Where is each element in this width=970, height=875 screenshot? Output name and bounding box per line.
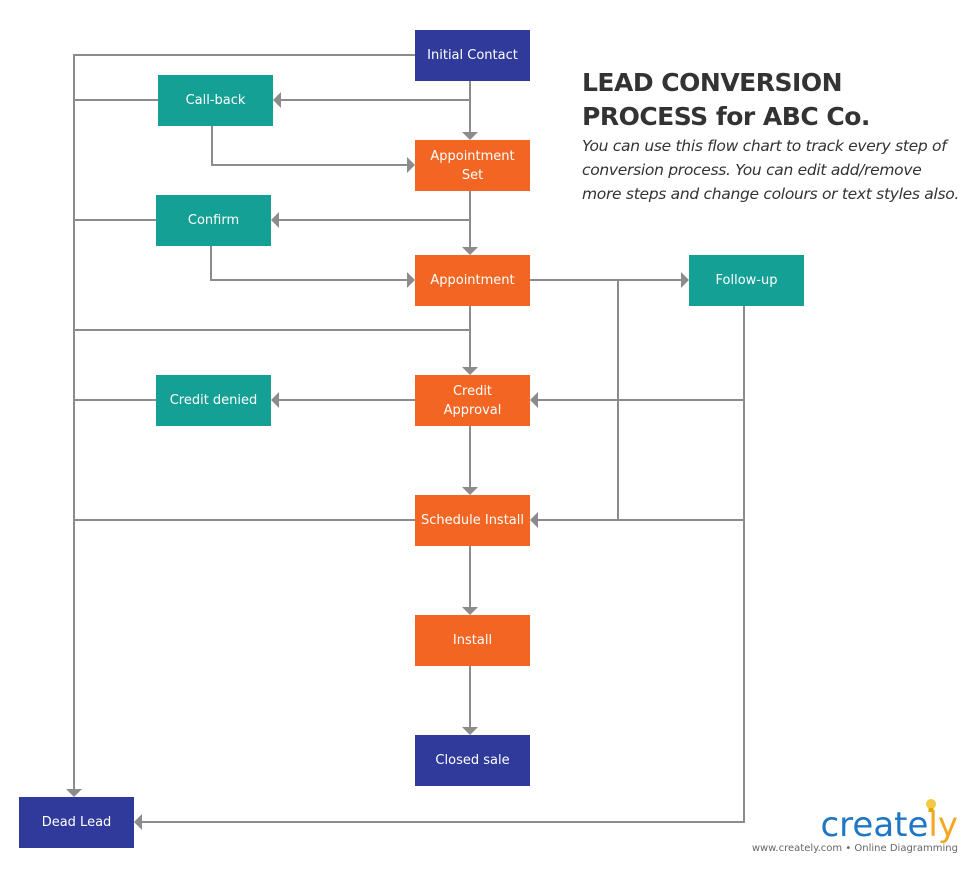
node-appointment[interactable]: Appointment [415,255,530,306]
node-credit-approval[interactable]: Credit Approval [415,375,530,426]
arrow-head [462,607,478,615]
arrow-head [462,367,478,375]
node-closed-sale[interactable]: Closed sale [415,735,530,786]
arrow-head [530,392,538,408]
page-title: LEAD CONVERSION PROCESS for ABC Co. [582,68,870,131]
arrow-head [530,512,538,528]
node-call-back[interactable]: Call-back [158,75,273,126]
title-block: LEAD CONVERSION PROCESS for ABC Co. You … [582,66,962,206]
logo-text-main: create [820,805,929,845]
arrow-head [407,157,415,173]
lightbulb-icon [926,799,936,812]
arrow-head [462,487,478,495]
arrow-head [462,247,478,255]
node-schedule-install[interactable]: Schedule Install [415,495,530,546]
node-initial-contact[interactable]: Initial Contact [415,30,530,81]
logo-wordmark: creately [752,799,958,845]
arrow-head [134,814,142,830]
node-install[interactable]: Install [415,615,530,666]
node-confirm[interactable]: Confirm [156,195,271,246]
creately-logo: creately www.creately.com • Online Diagr… [752,799,958,854]
node-follow-up[interactable]: Follow-up [689,255,804,306]
arrow-head [462,132,478,140]
arrow-head [407,272,415,288]
arrow-head [271,212,279,228]
edge-confirm-to-appointment [210,246,407,281]
arrow-head [273,92,281,108]
node-appointment-set[interactable]: Appointment Set [415,140,530,191]
arrow-head [681,272,689,288]
node-dead-lead[interactable]: Dead Lead [19,797,134,848]
arrow-head [271,392,279,408]
arrow-head [462,727,478,735]
edge-callback-to-appt-set [211,126,407,166]
page-description: You can use this flow chart to track eve… [582,137,960,203]
node-credit-denied[interactable]: Credit denied [156,375,271,426]
arrow-head [66,789,82,797]
